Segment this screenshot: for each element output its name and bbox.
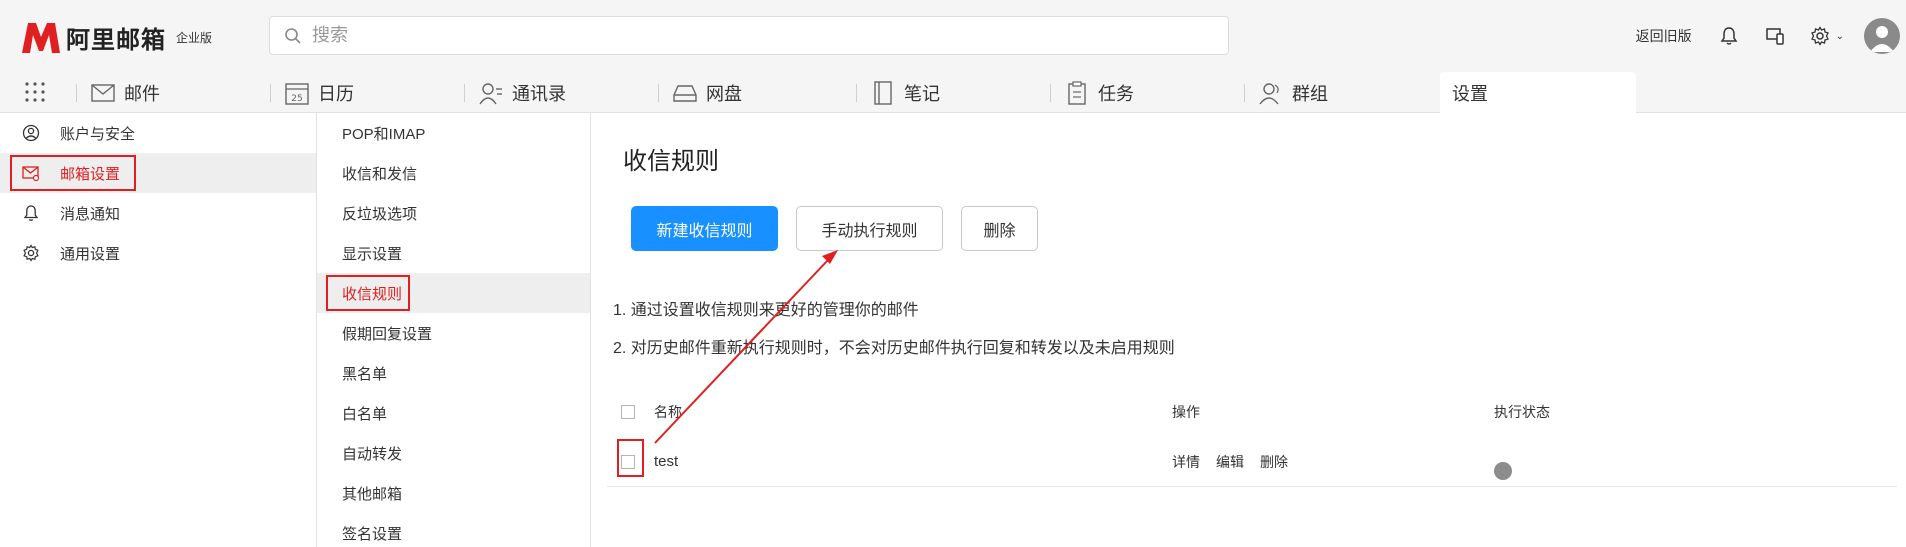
sidebar-item-label: 账户与安全 xyxy=(60,125,136,143)
rule-name: test xyxy=(654,453,679,470)
nav-notes[interactable]: 笔记 xyxy=(856,72,940,113)
nav-mail[interactable]: 邮件 xyxy=(76,72,160,113)
calendar-day-badge: 25 xyxy=(291,94,302,104)
header-ops: 操作 xyxy=(1172,404,1200,420)
notification-bell-icon[interactable] xyxy=(1718,25,1740,47)
drive-icon xyxy=(673,84,697,102)
sidebar-item-label: 消息通知 xyxy=(60,205,121,223)
nav-drive[interactable]: 网盘 xyxy=(658,72,742,113)
settings-sidebar: 账户与安全 邮箱设置 消息通知 通用设置 xyxy=(0,113,317,547)
toggle-knob xyxy=(1494,461,1512,480)
sidebar-item-general-settings[interactable]: 通用设置 xyxy=(0,233,316,273)
submenu-item-auto-forward[interactable]: 自动转发 xyxy=(317,433,590,473)
chevron-down-icon: ⌄ xyxy=(1835,30,1844,42)
sidebar-item-notifications[interactable]: 消息通知 xyxy=(0,193,316,233)
sidebar-item-account-security[interactable]: 账户与安全 xyxy=(0,113,316,153)
mailbox-settings-submenu: POP和IMAP 收信和发信 反垃圾选项 显示设置 收信规则 假期回复设置 黑名… xyxy=(317,113,591,547)
contacts-icon xyxy=(479,82,502,104)
top-right-tools: 返回旧版 ⌄ xyxy=(1636,16,1906,56)
table-row: test 详情 编辑 删除 xyxy=(607,437,1897,487)
nav-label: 通讯录 xyxy=(512,83,566,104)
mail-icon xyxy=(91,83,115,102)
nav-separator xyxy=(658,84,659,102)
new-rule-button[interactable]: 新建收信规则 xyxy=(631,206,778,251)
nav-label: 邮件 xyxy=(124,83,160,104)
brand-edition: 企业版 xyxy=(176,31,213,45)
details-link[interactable]: 详情 xyxy=(1172,452,1200,472)
submenu-item-vacation-reply[interactable]: 假期回复设置 xyxy=(317,313,590,353)
back-to-old-version-link[interactable]: 返回旧版 xyxy=(1636,26,1692,46)
row-checkbox[interactable] xyxy=(621,454,635,469)
header-status: 执行状态 xyxy=(1494,404,1550,420)
submenu-item-whitelist[interactable]: 白名单 xyxy=(317,393,590,433)
notes-icon xyxy=(874,80,892,105)
logo[interactable]: 阿里邮箱 企业版 xyxy=(20,20,212,55)
inbox-rules-panel: 收信规则 新建收信规则 手动执行规则 删除 1. 通过设置收信规则来更好的管理你… xyxy=(591,113,1906,547)
submenu-item-anti-spam[interactable]: 反垃圾选项 xyxy=(317,193,590,233)
bell-icon xyxy=(23,205,39,221)
nav-label: 任务 xyxy=(1098,83,1134,104)
nav-label: 笔记 xyxy=(904,83,940,104)
user-avatar-icon xyxy=(1870,26,1894,52)
submenu-item-blacklist[interactable]: 黑名单 xyxy=(317,353,590,393)
nav-calendar[interactable]: 25 日历 xyxy=(270,72,354,113)
submenu-item-send-receive[interactable]: 收信和发信 xyxy=(317,153,590,193)
group-icon xyxy=(1259,82,1279,104)
sidebar-item-mailbox-settings[interactable]: 邮箱设置 xyxy=(0,153,316,193)
calendar-icon: 25 xyxy=(285,82,309,105)
nav-label: 群组 xyxy=(1292,83,1328,104)
delete-button[interactable]: 删除 xyxy=(961,206,1038,251)
nav-groups[interactable]: 群组 xyxy=(1244,72,1328,113)
nav-separator xyxy=(270,84,271,102)
search-box[interactable] xyxy=(269,16,1229,55)
brand-name: 阿里邮箱 xyxy=(66,27,166,54)
avatar[interactable] xyxy=(1864,18,1900,54)
submenu-item-signature[interactable]: 签名设置 xyxy=(317,513,590,547)
run-rule-manually-button[interactable]: 手动执行规则 xyxy=(796,206,943,251)
table-header: 名称 操作 执行状态 xyxy=(607,387,1897,437)
user-circle-icon xyxy=(22,124,40,142)
header-name: 名称 xyxy=(654,404,682,420)
submenu-item-display[interactable]: 显示设置 xyxy=(317,233,590,273)
nav-tasks[interactable]: 任务 xyxy=(1050,72,1134,113)
submenu-item-other-mailbox[interactable]: 其他邮箱 xyxy=(317,473,590,513)
select-all-checkbox[interactable] xyxy=(621,405,635,419)
sidebar-item-label: 邮箱设置 xyxy=(60,165,121,183)
tip-text: 2. 对历史邮件重新执行规则时，不会对历史邮件执行回复和转发以及未启用规则 xyxy=(613,340,1175,357)
device-switch-icon[interactable] xyxy=(1764,25,1786,47)
nav-separator xyxy=(856,84,857,102)
top-bar: 阿里邮箱 企业版 返回旧版 ⌄ 邮件 xyxy=(0,0,1906,113)
apps-grid-icon[interactable] xyxy=(24,81,46,103)
nav-label: 网盘 xyxy=(706,83,742,104)
action-buttons: 新建收信规则 手动执行规则 删除 xyxy=(631,206,1056,251)
nav-settings[interactable]: 设置 xyxy=(1440,72,1636,113)
submenu-item-pop-imap[interactable]: POP和IMAP xyxy=(317,113,590,153)
gear-icon xyxy=(1810,26,1829,46)
gear-icon xyxy=(23,244,39,262)
nav-label: 设置 xyxy=(1452,83,1488,104)
submenu-item-inbox-rules[interactable]: 收信规则 xyxy=(317,273,590,313)
mail-settings-icon xyxy=(22,166,40,182)
delete-link[interactable]: 删除 xyxy=(1260,452,1288,472)
search-icon xyxy=(285,27,301,44)
nav-label: 日历 xyxy=(318,83,354,104)
settings-dropdown[interactable]: ⌄ xyxy=(1810,26,1844,46)
nav-separator xyxy=(76,84,77,102)
alimail-logo-icon xyxy=(22,22,60,53)
sidebar-item-label: 通用设置 xyxy=(60,245,121,263)
row-actions: 详情 编辑 删除 xyxy=(1172,452,1304,472)
tip-text: 1. 通过设置收信规则来更好的管理你的邮件 xyxy=(613,302,919,319)
nav-separator xyxy=(464,84,465,102)
rules-table: 名称 操作 执行状态 test 详情 编辑 删除 xyxy=(607,387,1897,487)
nav-separator xyxy=(1050,84,1051,102)
nav-separator xyxy=(1244,84,1245,102)
edit-link[interactable]: 编辑 xyxy=(1216,452,1244,472)
search-input[interactable] xyxy=(312,25,1192,46)
page-title: 收信规则 xyxy=(623,148,719,175)
main-nav: 邮件 25 日历 通讯录 网盘 笔记 任务 群组 设置 xyxy=(0,72,1906,113)
tasks-icon xyxy=(1068,80,1086,105)
nav-contacts[interactable]: 通讯录 xyxy=(464,72,566,113)
